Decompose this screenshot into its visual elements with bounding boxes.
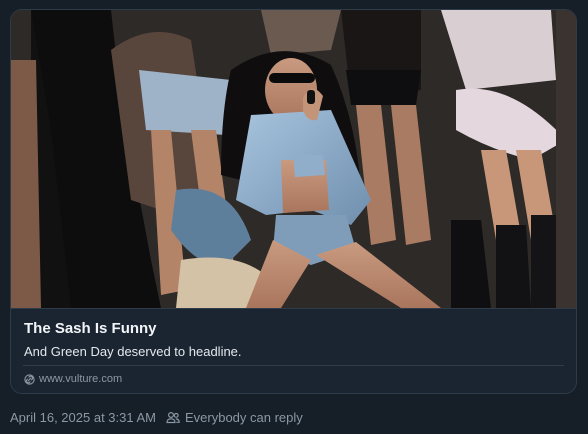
link-domain-row: www.vulture.com — [24, 373, 122, 385]
post-timestamp[interactable]: April 16, 2025 at 3:31 AM — [10, 410, 156, 425]
link-icon — [24, 373, 35, 385]
reply-setting-label: Everybody can reply — [184, 410, 303, 425]
card-divider — [23, 365, 564, 366]
link-preview-meta[interactable]: The Sash Is Funny And Green Day deserved… — [11, 308, 576, 393]
post-footer: April 16, 2025 at 3:31 AM Everybody can … — [10, 410, 303, 425]
link-description: And Green Day deserved to headline. — [24, 344, 242, 359]
people-icon — [166, 411, 180, 424]
link-domain: www.vulture.com — [39, 373, 123, 385]
reply-setting[interactable]: Everybody can reply — [166, 410, 303, 425]
link-headline: The Sash Is Funny — [24, 320, 157, 337]
link-preview-card[interactable]: The Sash Is Funny And Green Day deserved… — [10, 9, 577, 394]
link-preview-image[interactable] — [11, 10, 576, 308]
